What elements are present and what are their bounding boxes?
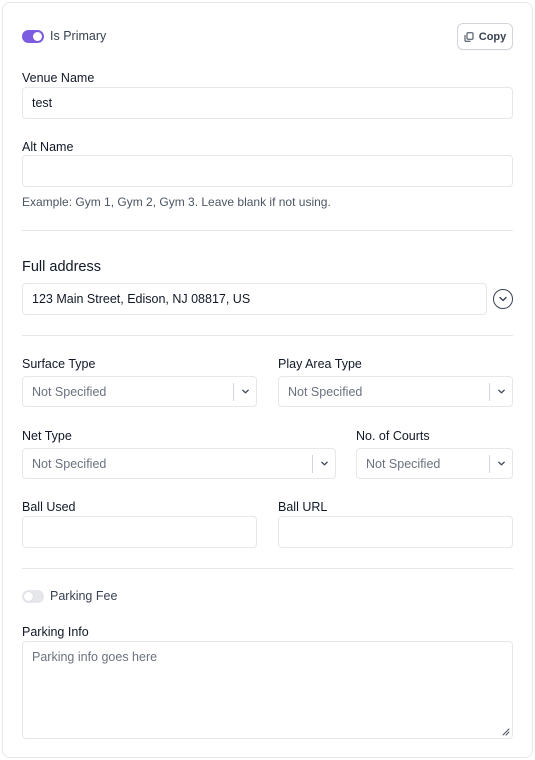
divider	[22, 230, 513, 231]
play-area-type-value: Not Specified	[288, 384, 363, 399]
parking-info-textarea[interactable]: Parking info goes here	[22, 641, 513, 739]
surface-type-select[interactable]: Not Specified	[22, 376, 257, 407]
divider	[22, 335, 513, 336]
address-value: 123 Main Street, Edison, NJ 08817, US	[32, 292, 251, 306]
chevron-down-icon	[490, 459, 512, 468]
surface-type-value: Not Specified	[32, 384, 107, 399]
copy-button-label: Copy	[478, 30, 507, 43]
chevron-down-icon	[234, 387, 256, 396]
copy-button[interactable]: Copy	[457, 23, 513, 50]
ball-url-input[interactable]	[278, 516, 513, 548]
net-type-label: Net Type	[22, 429, 72, 443]
full-address-title: Full address	[22, 259, 101, 275]
venue-name-input[interactable]: test	[22, 87, 513, 119]
surface-type-label: Surface Type	[22, 357, 96, 371]
net-type-value: Not Specified	[32, 456, 107, 471]
address-expand-button[interactable]	[493, 289, 513, 309]
alt-name-label: Alt Name	[22, 140, 74, 154]
chevron-down-icon	[490, 387, 512, 396]
parking-fee-label: Parking Fee	[50, 589, 118, 603]
num-courts-select[interactable]: Not Specified	[356, 448, 513, 479]
ball-used-input[interactable]	[22, 516, 257, 548]
venue-name-value: test	[32, 96, 53, 110]
ball-url-label: Ball URL	[278, 500, 328, 514]
venue-name-label: Venue Name	[22, 71, 95, 85]
net-type-select[interactable]: Not Specified	[22, 448, 336, 479]
parking-info-label: Parking Info	[22, 625, 89, 639]
play-area-type-select[interactable]: Not Specified	[278, 376, 513, 407]
chevron-down-circle-icon	[499, 296, 507, 302]
chevron-down-icon	[313, 459, 335, 468]
parking-fee-toggle[interactable]	[22, 590, 44, 603]
is-primary-label: Is Primary	[50, 29, 107, 43]
toggle-knob	[33, 32, 42, 41]
alt-name-helper-text: Example: Gym 1, Gym 2, Gym 3. Leave blan…	[22, 195, 331, 209]
toggle-knob	[24, 592, 33, 601]
ball-used-label: Ball Used	[22, 500, 76, 514]
parking-info-placeholder: Parking info goes here	[32, 650, 158, 664]
alt-name-input[interactable]	[22, 155, 513, 187]
num-courts-value: Not Specified	[366, 456, 441, 471]
num-courts-label: No. of Courts	[356, 429, 430, 443]
resize-grip-icon[interactable]	[501, 727, 510, 736]
address-input[interactable]: 123 Main Street, Edison, NJ 08817, US	[22, 283, 487, 315]
is-primary-toggle[interactable]	[22, 30, 44, 43]
copy-icon	[464, 31, 474, 42]
play-area-type-label: Play Area Type	[278, 357, 362, 371]
divider	[22, 568, 513, 569]
